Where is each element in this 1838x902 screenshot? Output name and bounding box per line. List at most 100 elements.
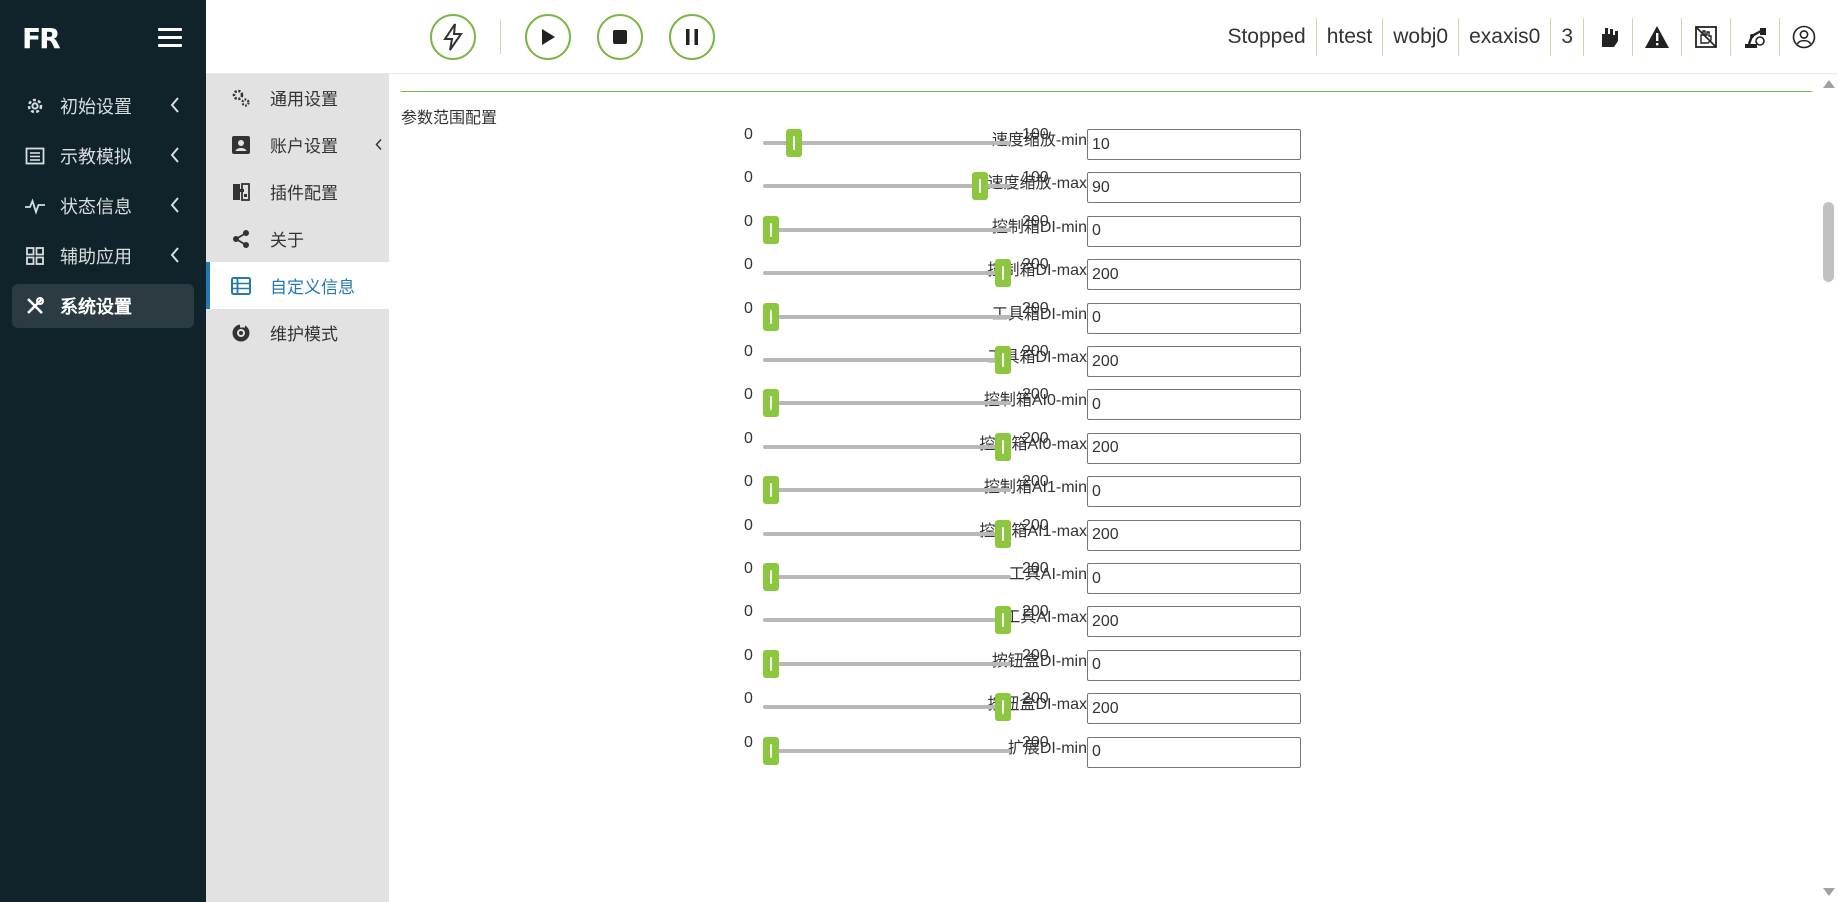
slider-thumb[interactable] [763, 563, 779, 591]
slider-thumb[interactable] [763, 302, 779, 331]
submenu-item-plugins[interactable]: 插件配置 [206, 168, 389, 215]
slider-thumb[interactable] [763, 215, 779, 244]
param-value-input[interactable] [1087, 563, 1301, 594]
range-slider[interactable] [763, 172, 1011, 201]
slider-thumb[interactable] [786, 129, 803, 157]
slider-thumb[interactable] [971, 172, 988, 201]
wobj-name[interactable]: wobj0 [1382, 18, 1458, 56]
range-slider[interactable] [763, 129, 1011, 157]
run-button[interactable] [525, 14, 571, 60]
slider-min-label: 0 [744, 429, 753, 447]
submenu-item-about[interactable]: 关于 [206, 215, 389, 262]
range-slider[interactable] [763, 215, 1011, 244]
sidebar-item-label: 示教模拟 [60, 147, 132, 167]
main-sidebar: FR 初始设置 示教模拟 状态信息 辅助应用 系统设置 [0, 0, 206, 902]
menu-toggle-icon[interactable] [158, 28, 182, 48]
hand-mode-icon[interactable] [1583, 18, 1632, 56]
scrollbar-thumb[interactable] [1823, 202, 1834, 282]
param-value-input[interactable] [1087, 302, 1301, 334]
slider-min-label: 0 [744, 560, 753, 577]
param-value-input[interactable] [1087, 519, 1301, 551]
range-slider[interactable] [763, 519, 1011, 548]
slider-thumb[interactable] [995, 693, 1011, 722]
sidebar-item-label: 状态信息 [60, 197, 132, 217]
slider-thumb[interactable] [995, 432, 1011, 461]
slider-thumb[interactable] [763, 649, 779, 678]
slider-min-label: 0 [744, 126, 753, 143]
user-account-icon[interactable] [1779, 18, 1828, 56]
submenu-item-label: 关于 [270, 231, 304, 250]
exaxis-name[interactable]: exaxis0 [1458, 18, 1550, 56]
robot-arm-icon[interactable] [1730, 18, 1779, 56]
param-value-input[interactable] [1087, 736, 1301, 768]
param-value-input[interactable] [1087, 129, 1301, 160]
list-icon [24, 145, 46, 167]
slider-thumb[interactable] [763, 389, 779, 418]
submenu-item-account[interactable]: 账户设置 [206, 121, 389, 168]
scroll-up-arrow-icon[interactable] [1823, 80, 1835, 88]
range-slider[interactable] [763, 736, 1011, 765]
range-slider[interactable] [763, 432, 1011, 461]
slider-thumb[interactable] [995, 259, 1011, 288]
range-slider[interactable] [763, 346, 1011, 374]
range-slider[interactable] [763, 302, 1011, 331]
slider-max-label: 100 [1022, 126, 1049, 143]
tools-icon [24, 295, 46, 317]
stop-button[interactable] [597, 14, 643, 60]
range-slider[interactable] [763, 693, 1011, 722]
submenu-item-custom-info[interactable]: 自定义信息 [206, 262, 389, 309]
section-title: 参数范围配置 [401, 110, 498, 127]
slider-thumb[interactable] [995, 519, 1011, 548]
slider-thumb[interactable] [995, 346, 1011, 374]
program-name[interactable]: htest [1315, 18, 1383, 56]
param-value-input[interactable] [1087, 215, 1301, 247]
slider-min-label: 0 [744, 212, 753, 230]
sidebar-item-status-info[interactable]: 状态信息 [12, 184, 194, 228]
submenu-item-label: 插件配置 [270, 184, 338, 203]
slider-max-label: 100 [1022, 169, 1049, 187]
slider-min-label: 0 [744, 516, 753, 534]
sidebar-item-system-settings[interactable]: 系统设置 [12, 284, 194, 328]
scroll-down-arrow-icon[interactable] [1823, 888, 1835, 896]
slider-min-label: 0 [744, 646, 753, 664]
range-slider[interactable] [763, 389, 1011, 418]
range-slider[interactable] [763, 563, 1011, 591]
param-value-input[interactable] [1087, 346, 1301, 377]
chevron-left-icon [170, 147, 179, 163]
range-slider[interactable] [763, 606, 1011, 635]
param-value-input[interactable] [1087, 172, 1301, 204]
gear-icon [24, 95, 46, 117]
chevron-left-icon [170, 247, 179, 263]
slider-max-label: 200 [1022, 429, 1049, 447]
param-value-input[interactable] [1087, 259, 1301, 291]
sidebar-nav: 初始设置 示教模拟 状态信息 辅助应用 系统设置 [12, 84, 194, 334]
slider-thumb[interactable] [995, 606, 1011, 635]
sidebar-item-aux-apps[interactable]: 辅助应用 [12, 234, 194, 278]
sidebar-item-teach-sim[interactable]: 示教模拟 [12, 134, 194, 178]
vertical-scrollbar[interactable] [1819, 74, 1838, 902]
param-value-input[interactable] [1087, 693, 1301, 725]
gears-icon [230, 87, 252, 109]
sidebar-item-initial-settings[interactable]: 初始设置 [12, 84, 194, 128]
drag-lock-icon[interactable] [1681, 18, 1730, 56]
warning-icon[interactable] [1632, 18, 1681, 56]
range-slider[interactable] [763, 649, 1011, 678]
sidebar-item-label: 初始设置 [60, 97, 132, 117]
slider-thumb[interactable] [763, 476, 779, 505]
submenu-item-general[interactable]: 通用设置 [206, 74, 389, 121]
chevron-left-icon [170, 197, 179, 213]
param-value-input[interactable] [1087, 649, 1301, 681]
slider-thumb[interactable] [763, 736, 779, 765]
submenu-item-maintenance[interactable]: 维护模式 [206, 309, 389, 356]
param-value-input[interactable] [1087, 432, 1301, 464]
slider-max-label: 200 [1022, 733, 1049, 751]
range-slider[interactable] [763, 476, 1011, 505]
slider-max-label: 200 [1022, 646, 1049, 664]
param-value-input[interactable] [1087, 606, 1301, 638]
param-value-input[interactable] [1087, 476, 1301, 508]
range-slider[interactable] [763, 259, 1011, 288]
pause-button[interactable] [669, 14, 715, 60]
param-value-input[interactable] [1087, 389, 1301, 421]
enable-button[interactable] [430, 14, 476, 60]
divider [500, 20, 501, 54]
